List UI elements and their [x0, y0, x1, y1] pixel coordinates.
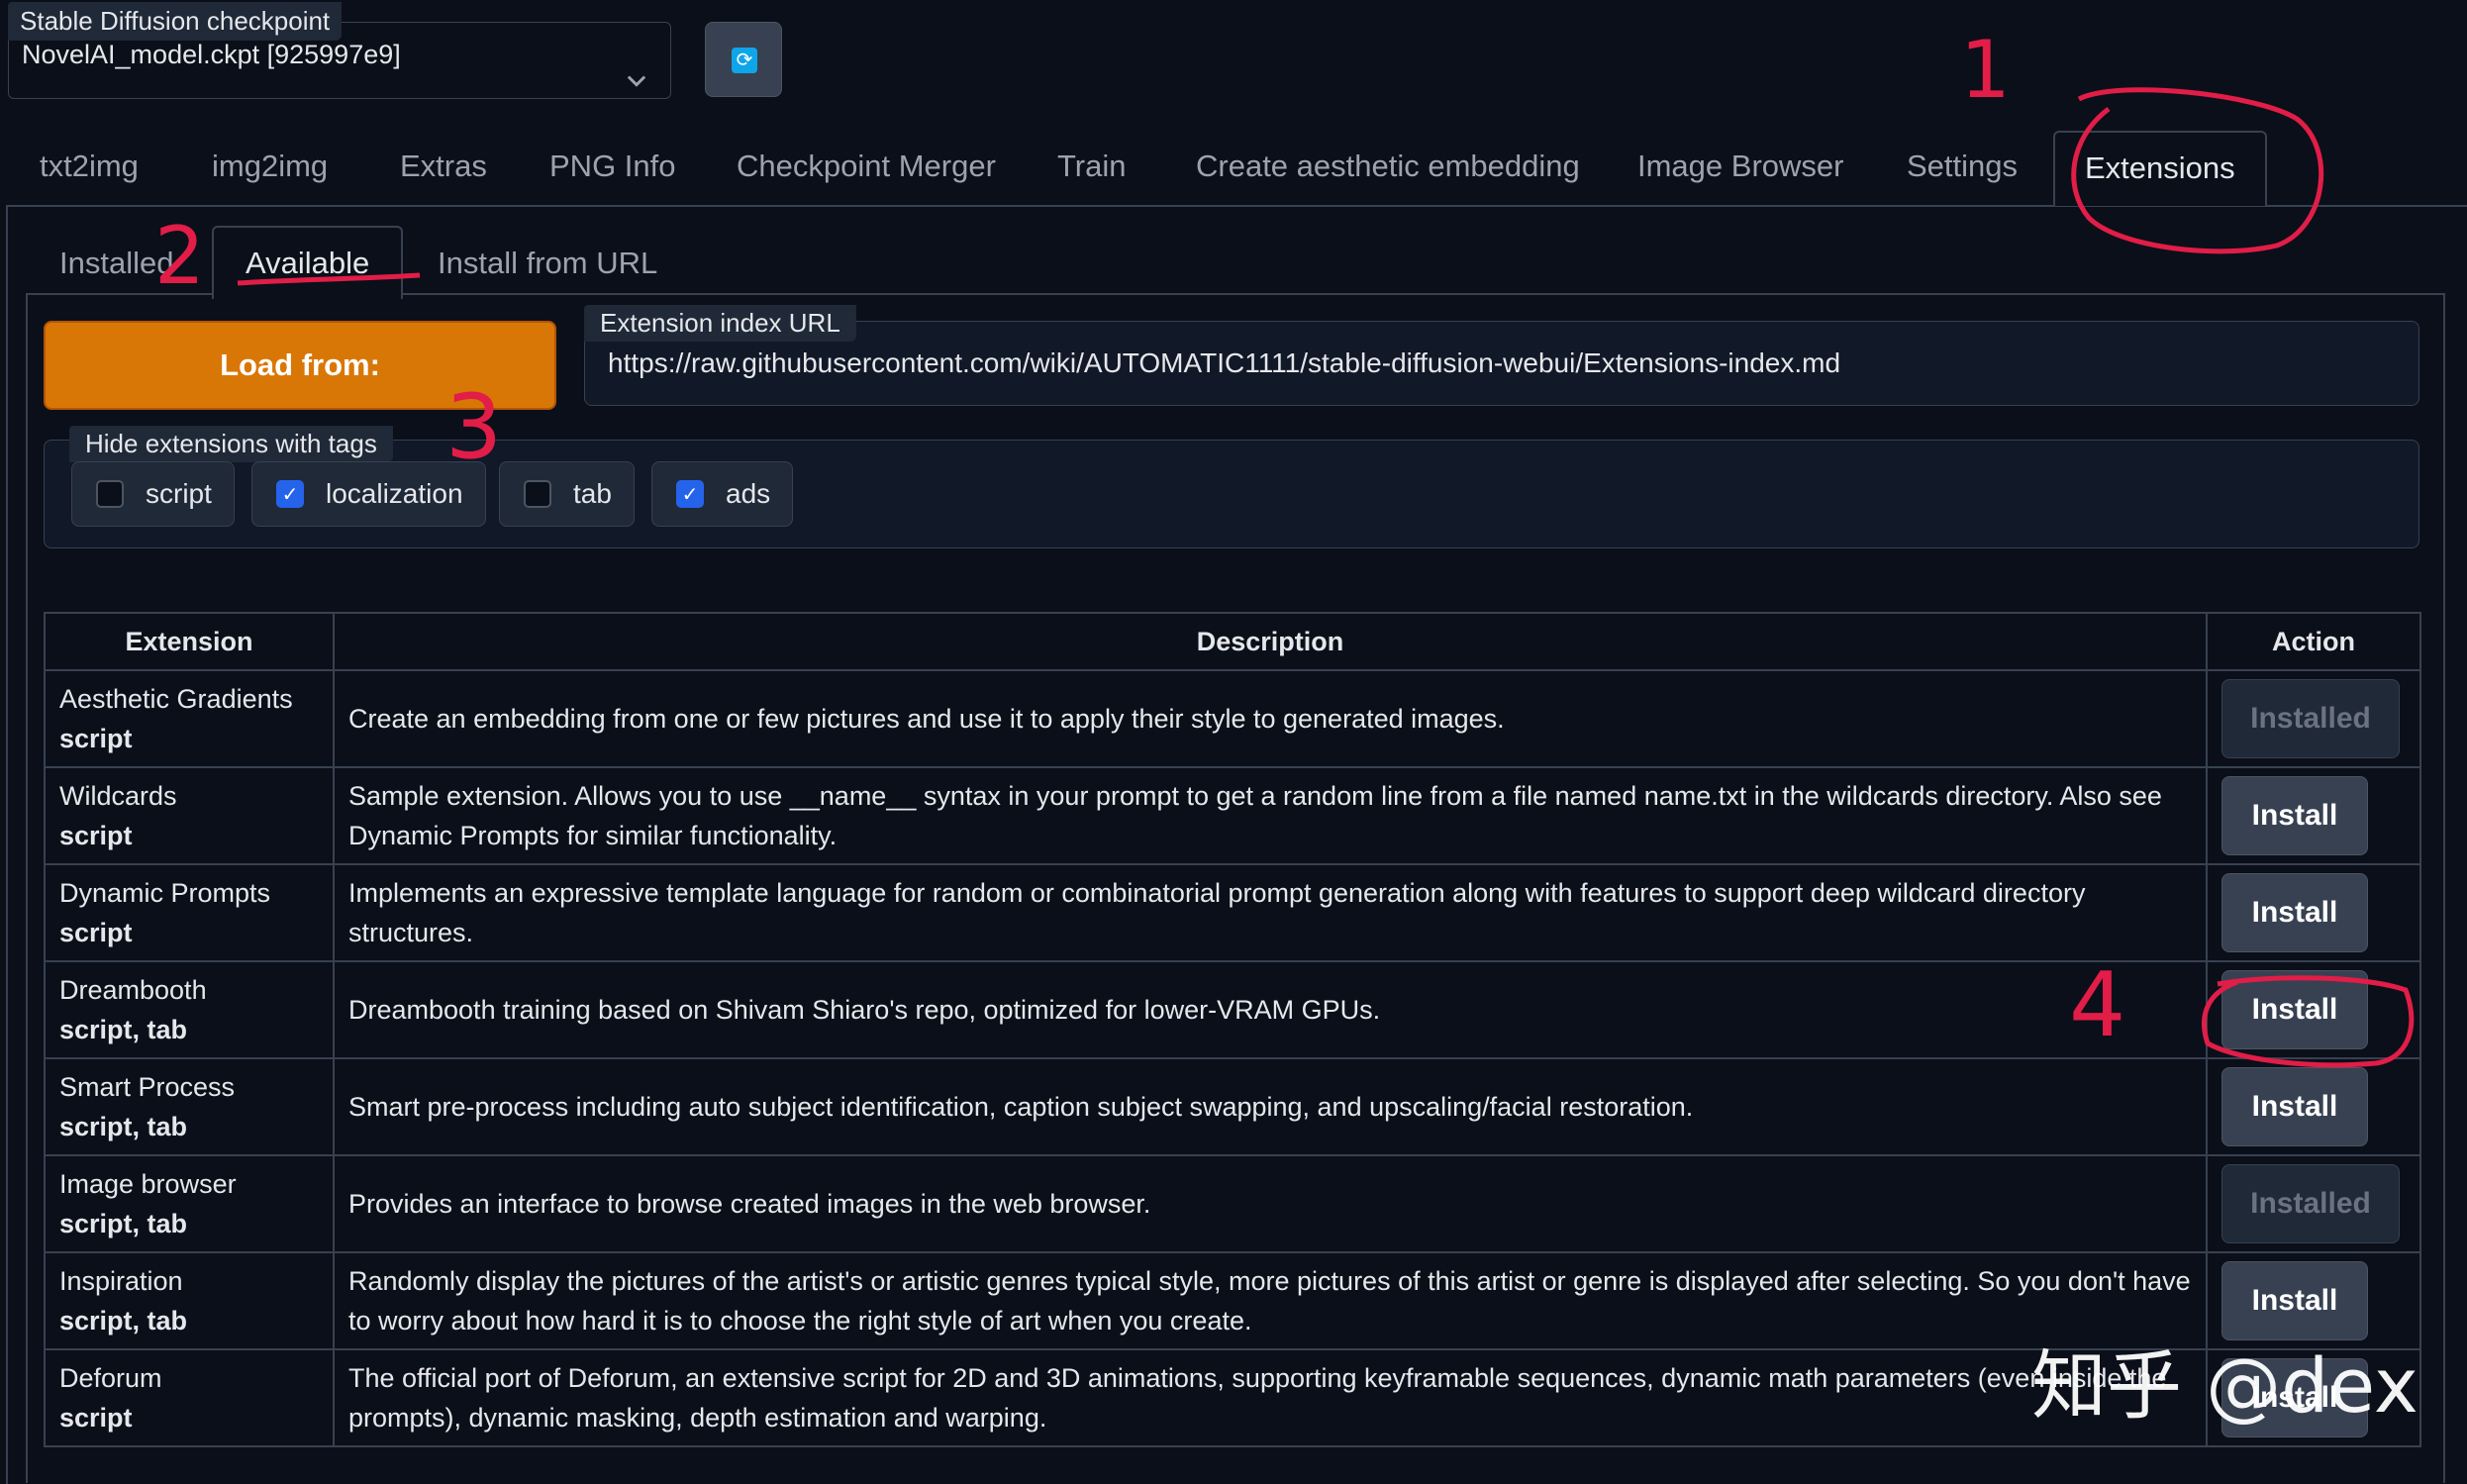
zhihu-watermark: 知乎 @dex — [2031, 1341, 2418, 1430]
annotation-overlay: 1 2 3 4 — [154, 24, 2415, 1068]
annotation-circle-install — [2202, 975, 2415, 1068]
annotation-number-3: 3 — [445, 375, 502, 479]
annotation-number-4: 4 — [2069, 953, 2125, 1057]
annotation-circle-extensions — [2071, 87, 2324, 254]
annotation-number-1: 1 — [1960, 24, 2011, 116]
annotation-number-2: 2 — [154, 210, 205, 302]
annotation-underline-available — [237, 272, 421, 286]
